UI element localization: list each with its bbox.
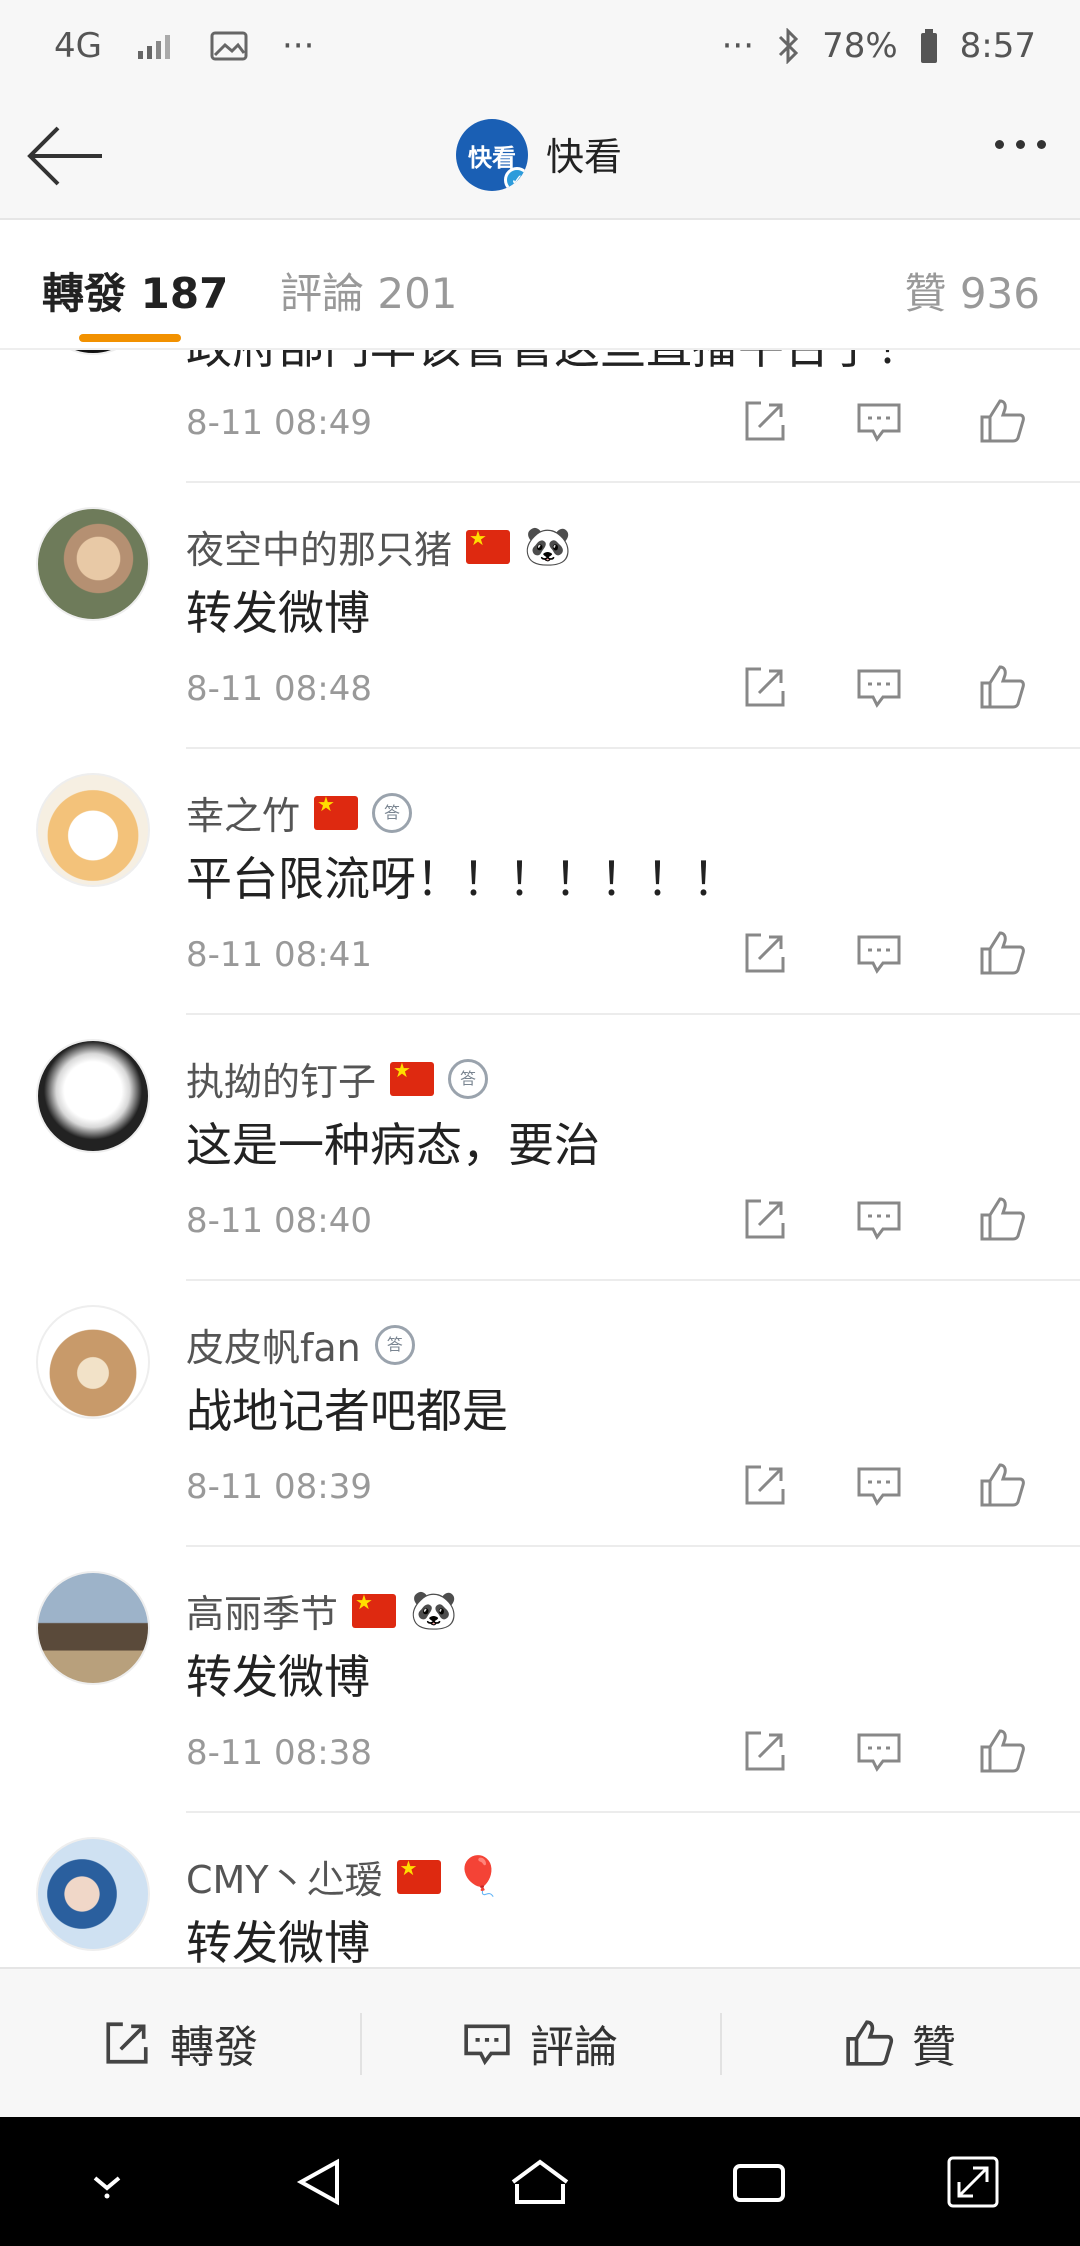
- timestamp: 8-11 08:48: [186, 669, 372, 709]
- avatar[interactable]: [36, 1837, 150, 1951]
- bluetooth-icon: [779, 28, 799, 64]
- status-bar: 4G ··· ··· 78% 8:57: [0, 0, 1080, 92]
- china-flag-icon: [314, 792, 359, 830]
- back-triangle-icon[interactable]: [291, 2152, 351, 2212]
- share-icon: [106, 2022, 148, 2064]
- share-icon[interactable]: [741, 1727, 789, 1775]
- avatar[interactable]: [36, 507, 150, 621]
- account-name[interactable]: 快看: [546, 126, 622, 181]
- repost-list[interactable]: 政府部门早该管管这些直播平台了！ 8-11 08:49 夜空中的那只猪 🐼 转发…: [0, 350, 1080, 1967]
- verified-icon: ✓: [504, 167, 528, 191]
- avatar[interactable]: [36, 1571, 150, 1685]
- comment-text: 转发微博: [186, 1916, 370, 1967]
- like-icon[interactable]: [978, 1727, 1026, 1775]
- like-icon[interactable]: [978, 397, 1026, 445]
- more-options-icon[interactable]: [995, 140, 1046, 149]
- comment-icon[interactable]: [855, 663, 903, 711]
- repost-button[interactable]: 轉發: [0, 1969, 360, 2117]
- tab-reposts[interactable]: 轉發 187: [42, 260, 228, 321]
- hot-air-balloon-icon: 🎈: [454, 1854, 502, 1898]
- china-flag-icon: [396, 1856, 441, 1894]
- avatar[interactable]: [36, 773, 150, 887]
- username[interactable]: 夜空中的那只猪: [186, 519, 452, 574]
- tab-likes[interactable]: 贊 936: [904, 260, 1040, 321]
- image-icon: [210, 31, 248, 61]
- timestamp: 8-11 08:41: [186, 935, 372, 975]
- username[interactable]: CMY丶尐瑷: [186, 1849, 383, 1904]
- comment-text: 战地记者吧都是: [186, 1384, 508, 1438]
- comment-button[interactable]: 評論: [360, 1969, 720, 2117]
- list-item: CMY丶尐瑷 🎈 转发微博: [0, 1813, 1080, 1967]
- signal-icon: [137, 35, 170, 59]
- top-bar: 快看 ✓ 快看: [0, 92, 1080, 220]
- like-icon[interactable]: [978, 929, 1026, 977]
- more-notifications: ···: [281, 26, 315, 66]
- answer-medal-icon: 答: [372, 792, 413, 833]
- username[interactable]: 执拗的钉子: [186, 1051, 376, 1106]
- comment-text: 转发微博: [186, 586, 370, 640]
- panda-icon: 🐼: [410, 1588, 458, 1632]
- recents-icon[interactable]: [729, 2152, 789, 2212]
- timestamp: 8-11 08:38: [186, 1733, 372, 1773]
- like-button[interactable]: 贊: [720, 1969, 1080, 2117]
- home-icon[interactable]: [505, 2152, 575, 2212]
- battery-icon: [920, 29, 937, 63]
- china-flag-icon: [352, 1590, 397, 1628]
- account-avatar[interactable]: 快看 ✓: [456, 119, 528, 191]
- like-icon[interactable]: [978, 1461, 1026, 1509]
- list-item: 执拗的钉子 答 这是一种病态，要治 8-11 08:40: [0, 1015, 1080, 1281]
- tab-comments[interactable]: 評論 201: [280, 260, 458, 321]
- back-arrow-icon[interactable]: [26, 120, 106, 192]
- like-icon[interactable]: [978, 663, 1026, 711]
- like-icon: [846, 2020, 894, 2066]
- username[interactable]: 高丽季节: [186, 1583, 338, 1638]
- timestamp: 8-11 08:49: [186, 403, 372, 443]
- list-item: 夜空中的那只猪 🐼 转发微博 8-11 08:48: [0, 483, 1080, 749]
- china-flag-icon: [390, 1058, 435, 1096]
- timestamp: 8-11 08:39: [186, 1467, 372, 1507]
- avatar[interactable]: [36, 1305, 150, 1419]
- china-flag-icon: [466, 526, 511, 564]
- clock: 8:57: [959, 26, 1036, 66]
- active-tab-indicator: [79, 334, 181, 342]
- expand-icon[interactable]: [943, 2152, 1003, 2212]
- tab-bar: 轉發 187 評論 201 贊 936: [0, 220, 1080, 350]
- answer-medal-icon: 答: [374, 1324, 415, 1365]
- comment-text: 政府部门早该管管这些直播平台了！: [186, 350, 922, 377]
- system-navigation-bar: [0, 2117, 1080, 2246]
- comment-icon[interactable]: [855, 929, 903, 977]
- answer-medal-icon: 答: [448, 1058, 489, 1099]
- comment-text: 平台限流呀！！！！！！！: [186, 852, 738, 906]
- like-icon[interactable]: [978, 1195, 1026, 1243]
- comment-icon[interactable]: [855, 1727, 903, 1775]
- more-status: ···: [721, 26, 755, 66]
- avatar[interactable]: [36, 350, 150, 355]
- panda-icon: 🐼: [524, 524, 572, 568]
- list-item: 幸之竹 答 平台限流呀！！！！！！！ 8-11 08:41: [0, 749, 1080, 1015]
- comment-icon[interactable]: [855, 397, 903, 445]
- comment-icon[interactable]: [855, 1461, 903, 1509]
- timestamp: 8-11 08:40: [186, 1201, 372, 1241]
- list-item: 高丽季节 🐼 转发微博 8-11 08:38: [0, 1547, 1080, 1813]
- bottom-action-bar: 轉發 評論 贊: [0, 1967, 1080, 2117]
- username[interactable]: 幸之竹: [186, 785, 300, 840]
- collapse-chevron-icon[interactable]: [77, 2152, 137, 2212]
- list-item: 皮皮帆fan 答 战地记者吧都是 8-11 08:39: [0, 1281, 1080, 1547]
- avatar[interactable]: [36, 1039, 150, 1153]
- list-item: 政府部门早该管管这些直播平台了！ 8-11 08:49: [0, 350, 1080, 483]
- share-icon[interactable]: [741, 397, 789, 445]
- comment-text: 转发微博: [186, 1650, 370, 1704]
- comment-icon: [464, 2024, 510, 2066]
- network-indicator: 4G: [54, 26, 102, 66]
- username[interactable]: 皮皮帆fan: [186, 1317, 361, 1372]
- share-icon[interactable]: [741, 929, 789, 977]
- battery-percent: 78%: [822, 26, 898, 66]
- comment-icon[interactable]: [855, 1195, 903, 1243]
- share-icon[interactable]: [741, 1195, 789, 1243]
- comment-text: 这是一种病态，要治: [186, 1118, 600, 1172]
- share-icon[interactable]: [741, 663, 789, 711]
- share-icon[interactable]: [741, 1461, 789, 1509]
